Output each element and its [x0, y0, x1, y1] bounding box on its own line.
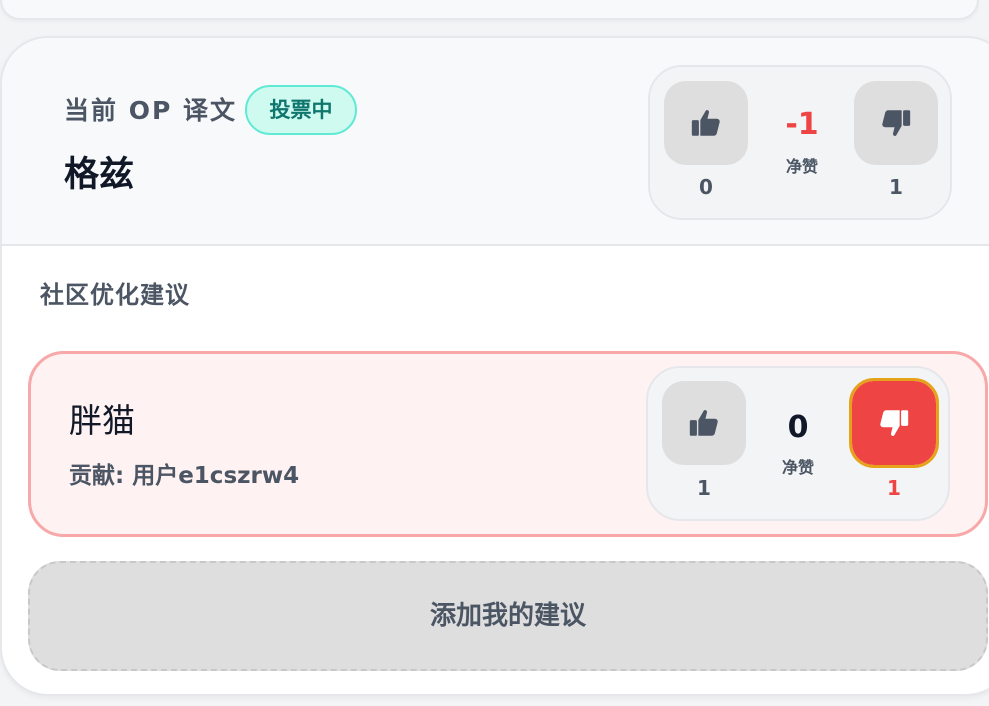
- thumbs-up-icon: [691, 110, 720, 136]
- suggestion-net-label: 净赞: [781, 458, 814, 477]
- suggestion-downvote-button[interactable]: [849, 378, 939, 468]
- suggestion-vote-panel: 1 0 净赞 1: [646, 366, 950, 521]
- current-op-label: 当前 OP 译文: [64, 96, 237, 125]
- translation-card: 当前 OP 译文 投票中 格兹 0 -1 净赞 1 社区优化建议 胖猫 贡献: …: [0, 36, 989, 696]
- op-downvote-button[interactable]: [854, 81, 938, 165]
- op-net-label: 净赞: [785, 157, 818, 176]
- thumbs-up-icon: [689, 410, 718, 436]
- op-downvote-count: 1: [889, 175, 903, 199]
- community-suggestions-title: 社区优化建议: [40, 281, 190, 309]
- current-op-text: 格兹: [64, 155, 135, 195]
- suggestion-contributor: 贡献: 用户e1cszrw4: [69, 463, 300, 489]
- previous-card-edge: [0, 0, 979, 20]
- suggestion-net-score: 0: [787, 410, 809, 445]
- add-suggestion-button[interactable]: 添加我的建议: [28, 561, 988, 671]
- voting-status-badge: 投票中: [245, 85, 357, 135]
- suggestion-card: 胖猫 贡献: 用户e1cszrw4 1 0 净赞 1: [28, 351, 988, 537]
- thumbs-down-icon: [882, 110, 911, 136]
- current-op-section: 当前 OP 译文 投票中 格兹 0 -1 净赞 1: [2, 38, 989, 246]
- suggestion-upvote-count: 1: [697, 476, 711, 500]
- op-vote-panel: 0 -1 净赞 1: [648, 65, 952, 220]
- suggestion-upvote-button[interactable]: [662, 381, 746, 465]
- op-upvote-count: 0: [699, 175, 713, 199]
- op-upvote-button[interactable]: [664, 81, 748, 165]
- thumbs-down-icon: [880, 410, 909, 436]
- suggestion-text: 胖猫: [69, 401, 135, 440]
- op-net-score: -1: [785, 107, 819, 142]
- suggestion-downvote-count: 1: [887, 476, 901, 500]
